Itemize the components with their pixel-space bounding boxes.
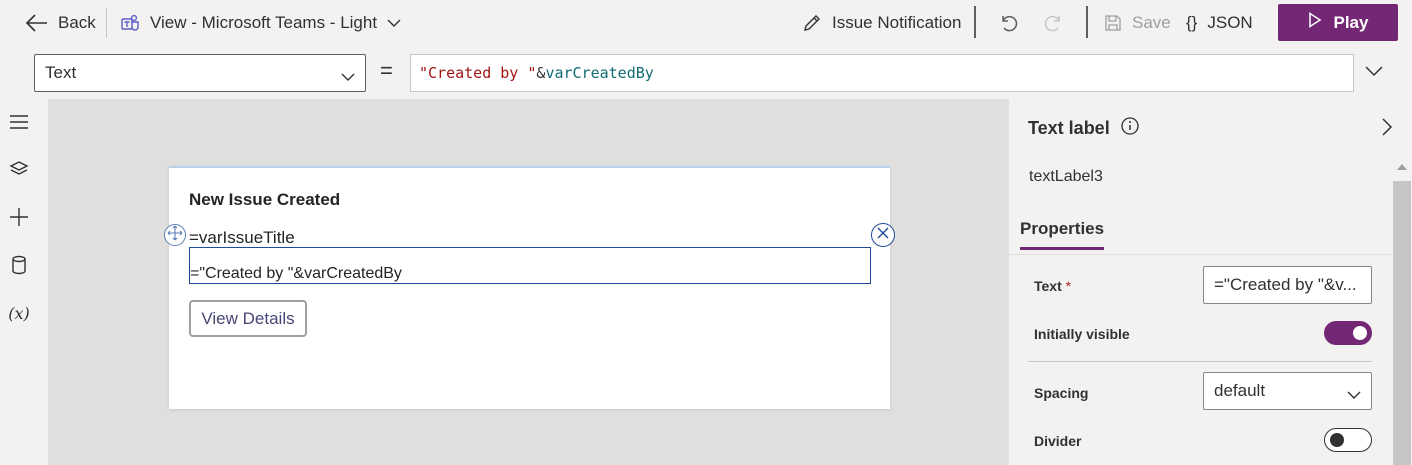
- text-property-input[interactable]: ="Created by "&v...: [1203, 266, 1372, 304]
- spacing-property-label: Spacing: [1034, 385, 1089, 401]
- database-icon: [10, 255, 28, 280]
- play-button[interactable]: Play: [1278, 4, 1398, 41]
- spacing-dropdown[interactable]: default: [1203, 372, 1372, 410]
- card-title[interactable]: New Issue Created: [189, 190, 340, 210]
- variables-icon: (x): [8, 303, 30, 323]
- teams-icon: [120, 13, 140, 33]
- chevron-down-icon: [387, 18, 401, 28]
- text-property-label: Text *: [1034, 278, 1072, 294]
- view-theme-label: View - Microsoft Teams - Light: [150, 13, 378, 32]
- chevron-down-icon: [341, 67, 355, 87]
- formula-input[interactable]: "Created by " & varCreatedBy: [410, 54, 1354, 92]
- layers-button[interactable]: [7, 159, 31, 183]
- properties-panel: Text label textLabel3 Properties Text * …: [1008, 99, 1412, 465]
- toolbar-divider: [106, 8, 107, 38]
- undo-button[interactable]: [998, 0, 1018, 46]
- tree-view-button[interactable]: [7, 112, 31, 136]
- back-button[interactable]: Back: [26, 0, 96, 46]
- variables-button[interactable]: (x): [7, 301, 31, 325]
- collapse-panel-button[interactable]: [1381, 117, 1393, 142]
- issue-title-label[interactable]: =varIssueTitle: [189, 228, 295, 248]
- view-details-button[interactable]: View Details: [189, 300, 307, 337]
- undo-icon: [998, 13, 1018, 33]
- left-rail: (x): [0, 99, 48, 465]
- panel-scrollbar[interactable]: [1391, 161, 1412, 465]
- created-by-label[interactable]: ="Created by "&varCreatedBy: [189, 247, 871, 284]
- adaptive-card[interactable]: New Issue Created =varIssueTitle ="Creat…: [164, 166, 895, 409]
- formula-bar: Text = "Created by " & varCreatedBy: [0, 46, 1412, 99]
- toolbar-divider: [1086, 6, 1088, 38]
- property-value: Text: [45, 63, 77, 82]
- scroll-thumb[interactable]: [1393, 181, 1411, 465]
- scroll-up-arrow[interactable]: [1397, 164, 1407, 170]
- visible-property-label: Initially visible: [1034, 326, 1130, 342]
- formula-variable: varCreatedBy: [545, 64, 654, 82]
- toolbar-divider: [974, 6, 976, 38]
- section-divider: [1028, 361, 1372, 362]
- save-button[interactable]: Save: [1104, 0, 1171, 46]
- formula-operator: &: [536, 64, 546, 82]
- formula-string: "Created by ": [419, 64, 537, 82]
- redo-icon: [1044, 13, 1064, 33]
- play-label: Play: [1333, 12, 1369, 32]
- play-icon: [1308, 12, 1322, 33]
- json-button[interactable]: {} JSON: [1186, 0, 1253, 46]
- chevron-down-icon: [1347, 385, 1361, 405]
- divider-property-label: Divider: [1034, 433, 1082, 449]
- chevron-down-icon: [1365, 66, 1383, 77]
- data-button[interactable]: [7, 255, 31, 279]
- redo-button[interactable]: [1044, 0, 1064, 46]
- tab-underline: [1009, 254, 1391, 255]
- tab-properties[interactable]: Properties: [1020, 219, 1105, 250]
- move-icon: [167, 225, 183, 246]
- insert-button[interactable]: [7, 207, 31, 231]
- info-icon[interactable]: [1120, 116, 1140, 141]
- visible-toggle[interactable]: [1324, 321, 1372, 345]
- created-by-text: ="Created by "&varCreatedBy: [190, 265, 402, 282]
- json-braces-icon: {}: [1186, 13, 1198, 32]
- plus-icon: [9, 207, 29, 232]
- issue-notification-button[interactable]: Issue Notification: [802, 0, 961, 46]
- command-bar: Back View - Microsoft Teams - Light Issu…: [0, 0, 1412, 46]
- view-details-label: View Details: [201, 308, 295, 328]
- view-theme-dropdown[interactable]: View - Microsoft Teams - Light: [120, 0, 401, 46]
- back-arrow-icon: [26, 14, 48, 32]
- divider-toggle[interactable]: [1324, 428, 1372, 452]
- equals-sign: =: [380, 58, 393, 83]
- hamburger-icon: [9, 114, 29, 135]
- text-property-value: ="Created by "&v...: [1214, 275, 1357, 294]
- delete-element-button[interactable]: [871, 223, 895, 247]
- chevron-right-icon: [1382, 118, 1393, 136]
- save-label: Save: [1132, 13, 1171, 32]
- issue-notification-label: Issue Notification: [832, 13, 962, 32]
- json-label: JSON: [1207, 13, 1253, 32]
- control-name: textLabel3: [1029, 168, 1103, 185]
- panel-title: Text label: [1028, 118, 1110, 138]
- close-icon: [876, 226, 890, 245]
- panel-header: Text label: [1028, 116, 1140, 141]
- property-dropdown[interactable]: Text: [34, 54, 366, 92]
- move-handle[interactable]: [164, 224, 186, 246]
- expand-formula-button[interactable]: [1364, 64, 1384, 82]
- back-label: Back: [58, 13, 96, 32]
- save-icon: [1104, 14, 1122, 32]
- pencil-icon: [802, 13, 822, 33]
- spacing-value: default: [1214, 381, 1266, 400]
- layers-icon: [9, 159, 29, 184]
